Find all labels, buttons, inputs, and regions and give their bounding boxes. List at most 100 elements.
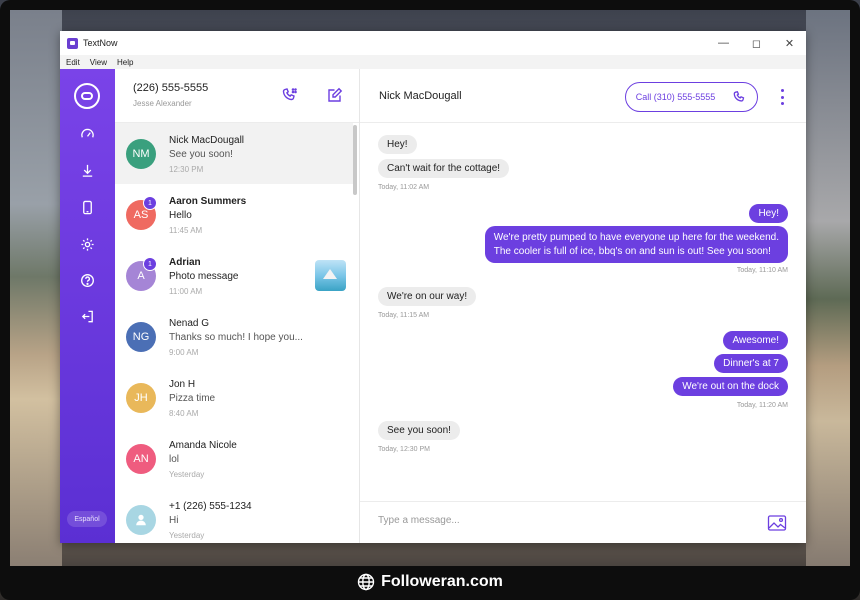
gear-icon[interactable] [78, 235, 96, 253]
window-controls: — ◻ ✕ [707, 31, 806, 55]
menu-help[interactable]: Help [117, 58, 133, 67]
dialpad-icon[interactable] [282, 87, 300, 105]
textnow-logo-icon[interactable] [74, 83, 100, 109]
conversation-item[interactable]: JH Jon H Pizza time 8:40 AM [115, 367, 353, 428]
menu-view[interactable]: View [90, 58, 107, 67]
account-header: (226) 555-5555 Jesse Alexander [115, 69, 359, 123]
avatar: NM [126, 139, 156, 169]
avatar: JH [126, 383, 156, 413]
conversation-item[interactable]: +1 (226) 555-1234 Hi Yesterday [115, 489, 353, 543]
conversation-name: Adrian [169, 257, 201, 268]
conversation-item[interactable]: NM Nick MacDougall See you soon! 12:30 PM [115, 123, 353, 184]
avatar: AN [126, 444, 156, 474]
compose-message-icon[interactable] [327, 87, 345, 105]
message-outgoing: Awesome! [723, 331, 788, 350]
conversation-name: Jon H [169, 379, 196, 390]
title-bar: TextNow — ◻ ✕ [60, 31, 806, 55]
help-icon[interactable] [78, 271, 96, 289]
message-timestamp: Today, 11:15 AM [378, 312, 430, 319]
conversation-item[interactable]: A 1 Adrian Photo message 11:00 AM [115, 245, 353, 306]
watermark: Followeran.com [0, 568, 860, 596]
conversation-snippet: Photo message [169, 271, 239, 282]
chat-pane: Nick MacDougall Call (310) 555-5555 Hey!… [360, 69, 806, 543]
conversation-item[interactable]: NG Nenad G Thanks so much! I hope you... 9:… [115, 306, 353, 367]
avatar-initials: NG [132, 331, 150, 343]
message-outgoing: We're pretty pumped to have everyone up … [484, 226, 788, 263]
textnow-app-icon [67, 37, 78, 49]
download-icon[interactable] [78, 161, 96, 179]
avatar: NG [126, 322, 156, 352]
photo-thumbnail[interactable] [315, 260, 346, 291]
message-line: The cooler is full of ice, bbq's on and … [493, 245, 771, 257]
conversation-name: Nenad G [169, 318, 210, 329]
conversation-snippet: lol [169, 454, 180, 465]
avatar-initials: AN [133, 453, 149, 465]
message-input[interactable] [378, 515, 738, 526]
close-button[interactable]: ✕ [773, 31, 806, 55]
message-timestamp: Today, 11:10 AM [736, 267, 788, 274]
conversation-time: 12:30 PM [169, 165, 204, 174]
conversation-list-scrollbar[interactable] [353, 125, 357, 195]
language-toggle-button[interactable]: Español [67, 511, 107, 527]
conversation-name: Nick MacDougall [169, 135, 245, 146]
message-incoming: Hey! [378, 135, 417, 154]
unread-badge: 1 [143, 196, 157, 210]
conversation-name: Aaron Summers [169, 196, 247, 207]
avatar [126, 505, 156, 535]
person-icon [136, 514, 146, 526]
logout-icon[interactable] [78, 307, 96, 325]
unread-badge: 1 [143, 257, 157, 271]
conversation-snippet: Pizza time [169, 393, 216, 404]
message-outgoing: Dinner's at 7 [714, 354, 788, 373]
conversation-time: 9:00 AM [169, 348, 199, 357]
conversation-time: 8:40 AM [169, 409, 199, 418]
message-composer [360, 501, 806, 543]
conversation-item[interactable]: AS 1 Aaron Summers Hello 11:45 AM [115, 184, 353, 245]
message-timestamp: Today, 11:02 AM [378, 184, 430, 191]
avatar-initials: A [137, 270, 145, 282]
globe-icon [357, 573, 375, 591]
conversation-list-pane: (226) 555-5555 Jesse Alexander NM Nick Ma… [115, 69, 360, 543]
conversation-time: 11:00 AM [169, 287, 203, 296]
message-outgoing: Hey! [749, 204, 788, 223]
avatar-initials: AS [133, 209, 149, 221]
minimize-button[interactable]: — [707, 31, 740, 55]
window-title: TextNow [83, 38, 118, 48]
image-attach-icon[interactable] [767, 514, 787, 532]
message-line: We're pretty pumped to have everyone up … [493, 231, 779, 243]
conversation-time: Yesterday [169, 470, 205, 479]
conversation-snippet: See you soon! [169, 149, 233, 160]
my-phone-number: (226) 555-5555 [133, 82, 209, 94]
navigation-rail: Español [60, 69, 115, 543]
message-incoming: We're on our way! [378, 287, 477, 306]
menu-bar: Edit View Help [60, 55, 806, 69]
speedometer-icon[interactable] [78, 125, 96, 143]
conversation-item[interactable]: AN Amanda Nicole lol Yesterday [115, 428, 353, 489]
message-timestamp: Today, 11:20 AM [736, 402, 788, 409]
phone-icon [733, 90, 745, 102]
maximize-button[interactable]: ◻ [740, 31, 773, 55]
more-options-icon[interactable] [778, 89, 786, 105]
chat-header: Nick MacDougall Call (310) 555-5555 [360, 69, 806, 123]
my-account-name: Jesse Alexander [133, 99, 192, 108]
conversation-time: 11:45 AM [169, 226, 203, 235]
app-window: TextNow — ◻ ✕ Edit View Help Español (22… [60, 31, 806, 543]
conversation-snippet: Hi [169, 515, 179, 526]
watermark-text: Followeran.com [381, 573, 503, 590]
conversation-name: Amanda Nicole [169, 440, 237, 451]
chat-contact-name: Nick MacDougall [379, 90, 462, 102]
conversation-snippet: Thanks so much! I hope you... [169, 332, 303, 343]
avatar-initials: JH [134, 392, 148, 404]
menu-edit[interactable]: Edit [66, 58, 80, 67]
conversation-name: +1 (226) 555-1234 [169, 501, 252, 512]
conversation-time: Yesterday [169, 531, 205, 540]
call-button[interactable]: Call (310) 555-5555 [625, 82, 758, 112]
avatar-initials: NM [132, 148, 150, 160]
message-incoming: See you soon! [378, 421, 460, 440]
call-button-label: Call (310) 555-5555 [635, 92, 716, 102]
conversation-snippet: Hello [169, 210, 192, 221]
phone-device-icon[interactable] [78, 198, 96, 216]
message-timestamp: Today, 12:30 PM [378, 446, 431, 453]
message-outgoing: We're out on the dock [673, 377, 788, 396]
message-incoming: Can't wait for the cottage! [378, 159, 510, 178]
